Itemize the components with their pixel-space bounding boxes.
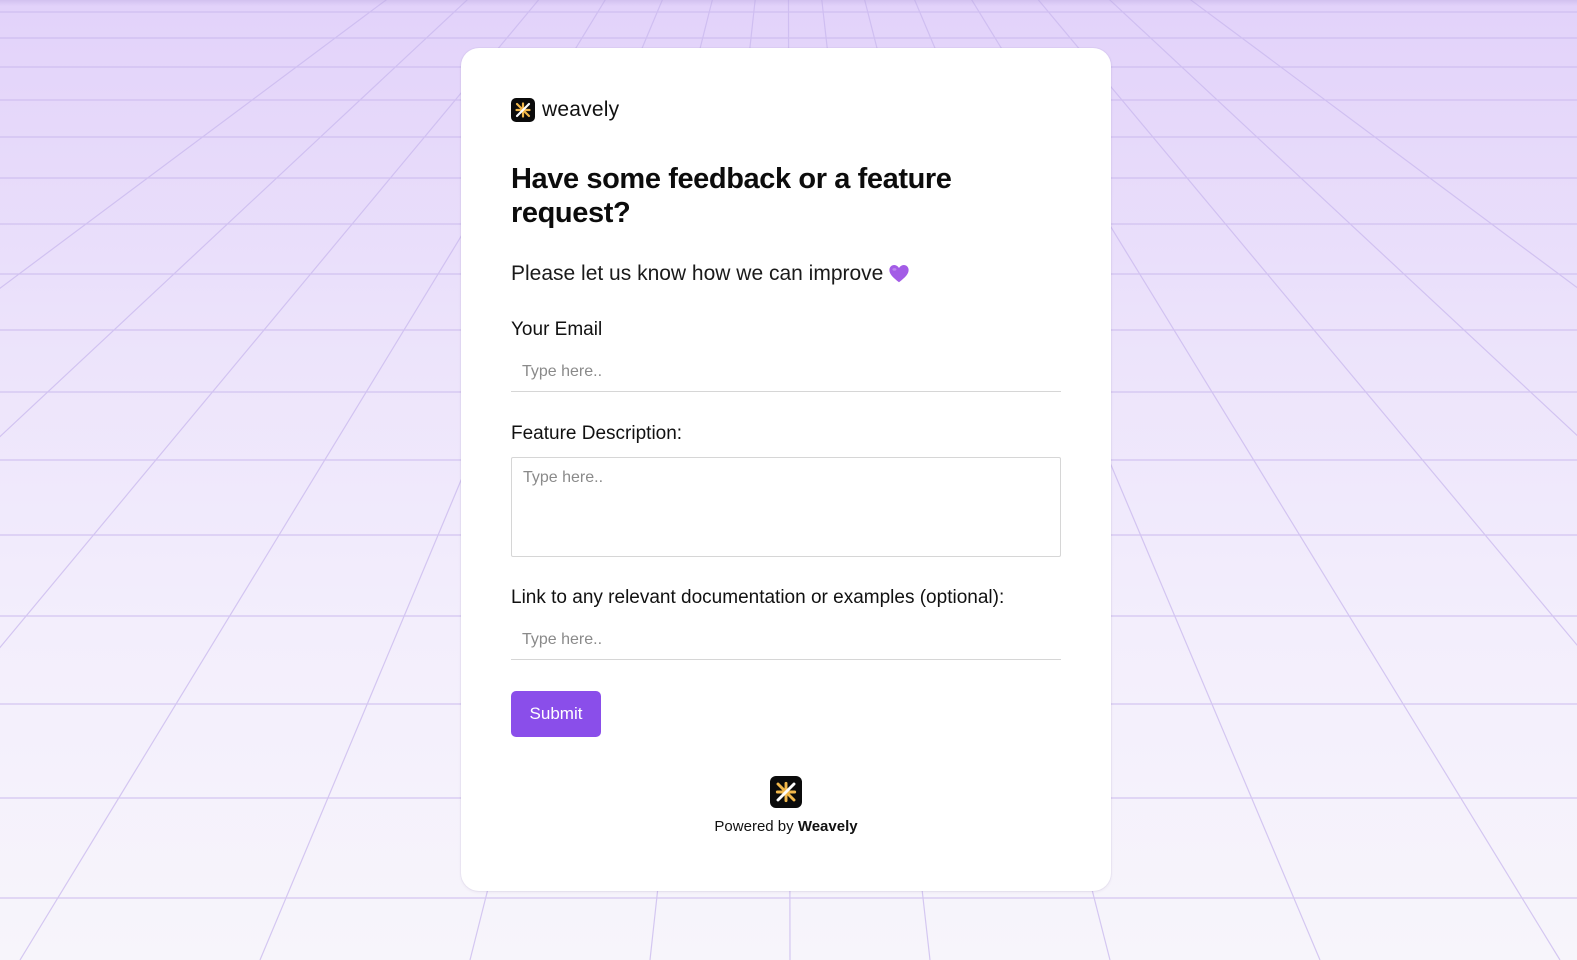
brand-name: weavely bbox=[542, 98, 620, 121]
feature-description-label: Feature Description: bbox=[511, 423, 683, 444]
subtitle-text: Please let us know how we can improve bbox=[511, 262, 884, 285]
weavely-logo-icon bbox=[511, 98, 535, 122]
submit-button[interactable]: Submit bbox=[511, 691, 601, 737]
weavely-footer-logo-icon[interactable] bbox=[770, 776, 802, 808]
top-shade bbox=[0, 0, 1577, 6]
powered-by-link[interactable]: Powered by Weavely bbox=[461, 817, 1111, 837]
powered-by-prefix: Powered by bbox=[714, 818, 794, 835]
brand-header: weavely bbox=[511, 98, 619, 122]
purple-heart-icon bbox=[889, 265, 909, 283]
form-subtitle: Please let us know how we can improve bbox=[511, 261, 910, 287]
powered-by-brand: Weavely bbox=[797, 818, 858, 835]
link-input[interactable] bbox=[511, 620, 1061, 660]
email-input[interactable] bbox=[511, 352, 1061, 392]
form-title: Have some feedback or a feature request? bbox=[511, 163, 952, 229]
form-card: weavely Have some feedback or a feature … bbox=[461, 48, 1111, 891]
feature-description-textarea[interactable] bbox=[511, 457, 1061, 557]
email-label: Your Email bbox=[511, 319, 603, 340]
link-label: Link to any relevant documentation or ex… bbox=[511, 587, 1005, 608]
